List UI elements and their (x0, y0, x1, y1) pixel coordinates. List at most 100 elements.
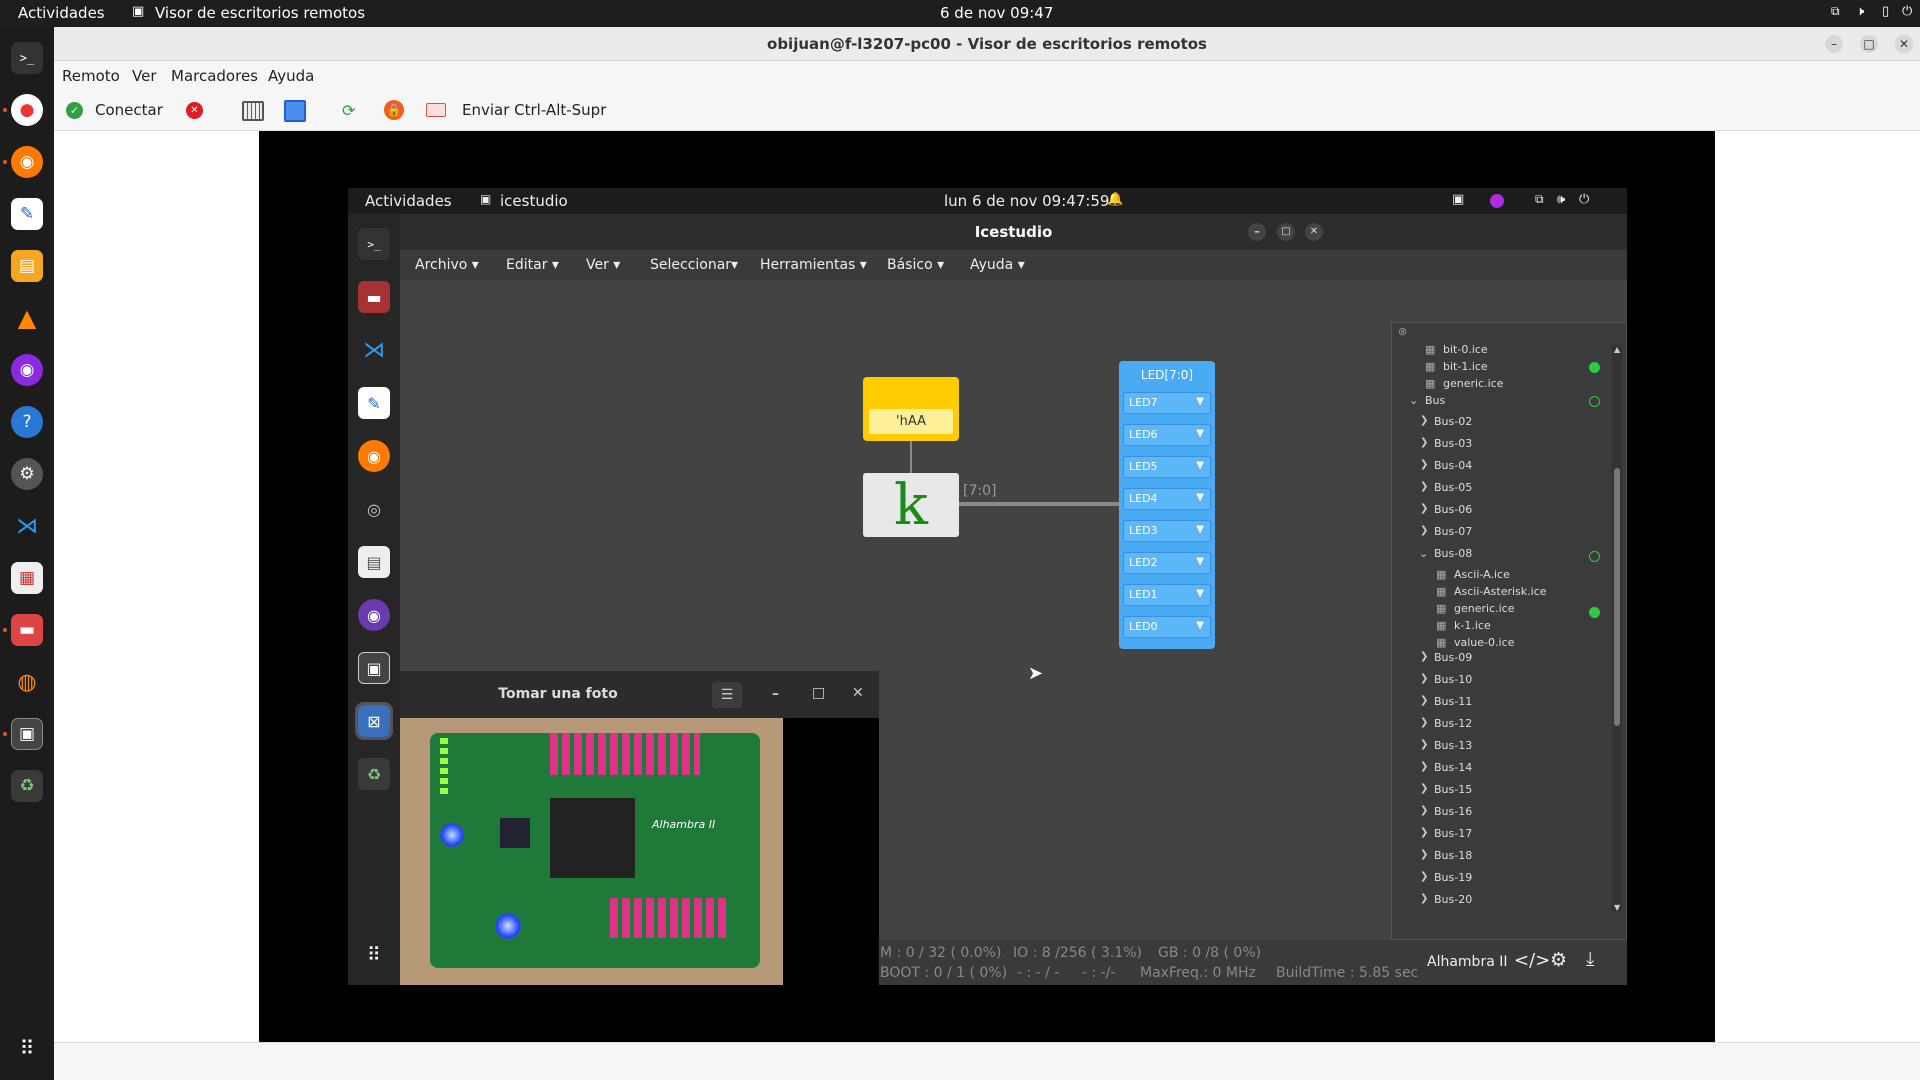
maximize-icon[interactable]: □ (1860, 35, 1878, 53)
vlc-icon[interactable]: ▲ (11, 302, 43, 334)
terminal-icon[interactable]: >_ (11, 42, 43, 74)
notification-bell-icon[interactable]: 🔔 (1107, 192, 1123, 207)
menu-ver-ice[interactable]: Ver ▾ (586, 257, 620, 273)
tree-folder[interactable]: Bus-18 (1434, 849, 1472, 862)
disconnect-icon[interactable]: ✕ (186, 102, 203, 119)
remote-show-apps-icon[interactable]: ⠿ (358, 939, 390, 971)
tree-folder[interactable]: Bus-17 (1434, 827, 1472, 840)
remote-vscode-icon[interactable]: ⋊ (358, 334, 390, 366)
chevron-right-icon[interactable]: ❯ (1420, 871, 1428, 882)
menu-archivo[interactable]: Archivo ▾ (415, 257, 479, 273)
chevron-right-icon[interactable]: ❯ (1420, 503, 1428, 514)
clock[interactable]: 6 de nov 09:47 (940, 4, 1053, 22)
led-select-4[interactable]: LED4 ▼ (1123, 488, 1211, 510)
scroll-down-icon[interactable]: ▼ (1614, 903, 1620, 912)
menu-ver[interactable]: Ver (132, 67, 157, 85)
calc-icon[interactable]: ▤ (11, 250, 43, 282)
firefox-icon[interactable]: ◉ (11, 146, 43, 178)
icestudio-maximize-icon[interactable]: □ (1277, 223, 1295, 241)
tree-file[interactable]: bit-0.ice (1443, 343, 1488, 356)
menu-marcadores[interactable]: Marcadores (171, 67, 258, 85)
remote-focused-app[interactable]: icestudio (500, 192, 568, 210)
remote-firefox-icon[interactable]: ◉ (358, 440, 390, 472)
build-gear-icon[interactable]: ⚙ (1550, 949, 1567, 971)
tree-folder[interactable]: Bus-13 (1434, 739, 1472, 752)
photo-maximize-icon[interactable]: □ (812, 685, 825, 701)
minimize-icon[interactable]: – (1825, 35, 1843, 53)
tree-folder[interactable]: Bus-12 (1434, 717, 1472, 730)
code-icon[interactable]: </> (1514, 950, 1550, 971)
help-icon[interactable]: ? (11, 406, 43, 438)
tree-folder[interactable]: Bus-03 (1434, 437, 1472, 450)
tree-file[interactable]: generic.ice (1443, 377, 1503, 390)
keyboard-icon[interactable] (426, 103, 446, 117)
remote-activities-button[interactable]: Actividades (365, 192, 452, 210)
remote-screenshot-icon[interactable]: ◉ (358, 599, 390, 631)
tree-folder[interactable]: Bus-19 (1434, 871, 1472, 884)
tree-folder[interactable]: Bus-05 (1434, 481, 1472, 494)
tree-folder[interactable]: Bus-09 (1434, 651, 1472, 664)
firefox-dev-icon[interactable]: ◉ (11, 354, 43, 386)
constant-value[interactable]: 'hAA (869, 409, 953, 434)
remote-webcam-icon[interactable]: ◎ (358, 493, 390, 525)
remote-volume-icon[interactable]: 🕪 (1557, 192, 1565, 207)
tree-folder[interactable]: Bus-10 (1434, 673, 1472, 686)
menu-ayuda-ice[interactable]: Ayuda ▾ (970, 257, 1025, 273)
k-block[interactable]: k (863, 473, 959, 538)
send-ctrl-alt-del-button[interactable]: Enviar Ctrl-Alt-Supr (462, 101, 606, 119)
menu-ayuda[interactable]: Ayuda (268, 67, 314, 85)
chevron-right-icon[interactable]: ❯ (1420, 783, 1428, 794)
tree-folder[interactable]: Bus-20 (1434, 893, 1472, 906)
menu-editar[interactable]: Editar ▾ (506, 257, 559, 273)
battery-icon[interactable]: ▯ (1882, 4, 1889, 19)
power-icon[interactable]: ⏻ (1902, 4, 1912, 19)
tree-file[interactable]: generic.ice (1454, 602, 1514, 615)
panel-scroll-thumb[interactable] (1614, 468, 1620, 726)
board-selector[interactable]: Alhambra II (1427, 954, 1508, 970)
settings-icon[interactable]: ⚙ (11, 458, 43, 490)
chevron-right-icon[interactable]: ❯ (1420, 437, 1428, 448)
zoom-icon[interactable]: ⟳ (342, 101, 355, 120)
hamburger-menu-icon[interactable]: ☰ (712, 682, 742, 708)
chevron-right-icon[interactable]: ❯ (1420, 459, 1428, 470)
menu-seleccionar[interactable]: Seleccionar▾ (650, 257, 738, 273)
vscode-icon[interactable]: ⋊ (11, 510, 43, 542)
chevron-right-icon[interactable]: ❯ (1420, 827, 1428, 838)
chevron-right-icon[interactable]: ❯ (1420, 805, 1428, 816)
files-icon[interactable]: ▬ (11, 614, 43, 646)
chevron-right-icon[interactable]: ❯ (1420, 893, 1428, 904)
color-app-icon[interactable] (1490, 194, 1504, 208)
led-select-5[interactable]: LED5 ▼ (1123, 456, 1211, 478)
panel-close-icon[interactable]: ⊗ (1398, 325, 1407, 338)
lock-icon[interactable]: 🔒 (384, 100, 404, 120)
tree-folder[interactable]: Bus-04 (1434, 459, 1472, 472)
wire-constant-to-k[interactable] (910, 441, 912, 473)
scroll-up-icon[interactable]: ▲ (1614, 345, 1620, 354)
bus-wire[interactable] (959, 502, 1119, 506)
remote-trash-icon[interactable]: ♻ (358, 758, 390, 790)
chevron-right-icon[interactable]: ❯ (1420, 673, 1428, 684)
photo-close-icon[interactable]: ✕ (852, 685, 864, 701)
menu-herramientas[interactable]: Herramientas ▾ (760, 257, 867, 273)
led-select-2[interactable]: LED2 ▼ (1123, 552, 1211, 574)
chevron-right-icon[interactable]: ❯ (1420, 695, 1428, 706)
remote-viewer-icon[interactable]: ▣ (11, 718, 43, 750)
led-select-7[interactable]: LED7 ▼ (1123, 392, 1211, 414)
tree-folder[interactable]: Bus-14 (1434, 761, 1472, 774)
tree-folder-bus-08[interactable]: Bus-08 (1434, 547, 1472, 560)
icestudio-minimize-icon[interactable]: – (1248, 223, 1266, 241)
remote-remote-viewer-icon[interactable]: ▣ (358, 652, 390, 684)
led-select-6[interactable]: LED6 ▼ (1123, 424, 1211, 446)
connect-icon[interactable]: ✓ (66, 102, 83, 119)
screenshot-icon[interactable] (284, 100, 306, 122)
remote-files-icon[interactable]: ▬ (358, 281, 390, 313)
led-select-3[interactable]: LED3 ▼ (1123, 520, 1211, 542)
remote-power-icon[interactable]: ⏻ (1579, 192, 1589, 207)
tree-file[interactable]: value-0.ice (1454, 636, 1514, 649)
tree-folder[interactable]: Bus-11 (1434, 695, 1472, 708)
tree-folder[interactable]: Bus-07 (1434, 525, 1472, 538)
remote-network-icon[interactable]: ⧉ (1535, 192, 1544, 207)
chevron-right-icon[interactable]: ❯ (1420, 651, 1428, 662)
network-icon[interactable]: ⧉ (1831, 4, 1840, 19)
chevron-right-icon[interactable]: ❯ (1420, 481, 1428, 492)
